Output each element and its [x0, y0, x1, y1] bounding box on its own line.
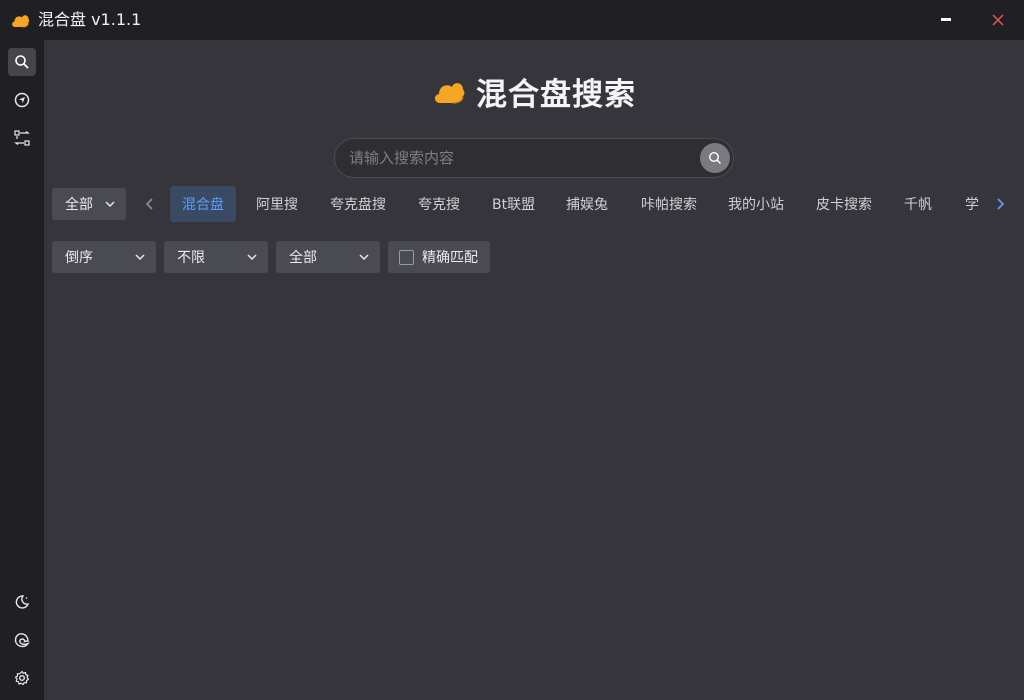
tab-label: 学 [965, 197, 979, 213]
sidebar-item-search[interactable] [8, 48, 36, 76]
minimize-icon [941, 18, 951, 21]
close-button[interactable] [983, 5, 1013, 35]
tabs-prev-button[interactable] [140, 192, 160, 216]
chevron-right-icon [997, 198, 1005, 210]
search-icon [15, 55, 29, 69]
type-select[interactable]: 全部 [276, 241, 380, 273]
moon-icon [15, 595, 30, 609]
tab-label: Bt联盟 [492, 197, 536, 213]
search-box [334, 138, 734, 178]
tab-label: 皮卡搜索 [816, 197, 872, 213]
close-icon [992, 14, 1004, 26]
title-bar: 混合盘 v1.1.1 [0, 0, 1024, 40]
tab-qianfan[interactable]: 千帆 [892, 186, 944, 222]
page-title: 混合盘搜索 [476, 76, 636, 113]
transfer-icon [14, 130, 30, 146]
sidebar-item-navigate[interactable] [8, 86, 36, 114]
minimize-button[interactable] [931, 5, 961, 35]
chevron-left-icon [145, 198, 153, 210]
source-tabs: 混合盘 阿里搜 夸克盘搜 夸克搜 Bt联盟 捕娱兔 咔帕搜索 我的小站 皮卡搜索… [170, 186, 982, 222]
search-icon [708, 151, 722, 165]
tab-pikasou[interactable]: 皮卡搜索 [804, 186, 884, 222]
tab-hunhepan[interactable]: 混合盘 [170, 186, 236, 222]
hero-header: 混合盘搜索 [432, 70, 636, 113]
tab-label: 咔帕搜索 [641, 197, 697, 213]
chevron-down-icon [105, 201, 115, 208]
tab-kapasou[interactable]: 咔帕搜索 [629, 186, 709, 222]
search-input[interactable] [349, 139, 699, 177]
cloud-logo-icon [12, 15, 30, 28]
sidebar-item-settings[interactable] [8, 664, 36, 692]
tab-label: 混合盘 [182, 197, 224, 213]
tab-buyutu[interactable]: 捕娱兔 [554, 186, 620, 222]
sidebar-item-browser[interactable] [8, 626, 36, 654]
tab-bt-lianmeng[interactable]: Bt联盟 [480, 186, 547, 222]
tab-alisou[interactable]: 阿里搜 [244, 186, 310, 222]
app-title: 混合盘 v1.1.1 [38, 10, 142, 29]
sort-select[interactable]: 倒序 [52, 241, 156, 273]
sidebar [0, 40, 44, 700]
tab-label: 我的小站 [728, 197, 784, 213]
exact-match-toggle[interactable]: 精确匹配 [388, 241, 490, 273]
tab-label: 千帆 [904, 197, 932, 213]
tab-label: 阿里搜 [256, 197, 298, 213]
time-select[interactable]: 不限 [164, 241, 268, 273]
send-icon [14, 92, 30, 108]
sidebar-item-transfer[interactable] [8, 124, 36, 152]
tab-label: 夸克盘搜 [330, 197, 386, 213]
gear-icon [14, 670, 30, 686]
cloud-logo-icon [434, 83, 465, 104]
tab-kuakepansou[interactable]: 夸克盘搜 [318, 186, 398, 222]
tabs-next-button[interactable] [990, 192, 1010, 216]
chevron-down-icon [247, 254, 257, 261]
exact-match-checkbox[interactable] [399, 249, 414, 265]
chevron-down-icon [135, 254, 145, 261]
sort-select-value: 倒序 [65, 250, 93, 266]
search-button[interactable] [700, 143, 730, 173]
tab-wodexiaozhan[interactable]: 我的小站 [716, 186, 796, 222]
scope-select-value: 全部 [65, 197, 93, 213]
tab-label: 捕娱兔 [566, 197, 608, 213]
type-select-value: 全部 [289, 250, 317, 266]
exact-match-label: 精确匹配 [422, 250, 478, 266]
edge-icon [14, 633, 30, 648]
tab-xue[interactable]: 学 [953, 186, 982, 222]
tab-label: 夸克搜 [418, 197, 460, 213]
chevron-down-icon [359, 254, 369, 261]
tab-kuakesou[interactable]: 夸克搜 [406, 186, 472, 222]
time-select-value: 不限 [177, 250, 205, 266]
scope-select[interactable]: 全部 [52, 188, 126, 220]
sidebar-item-theme[interactable] [8, 588, 36, 616]
